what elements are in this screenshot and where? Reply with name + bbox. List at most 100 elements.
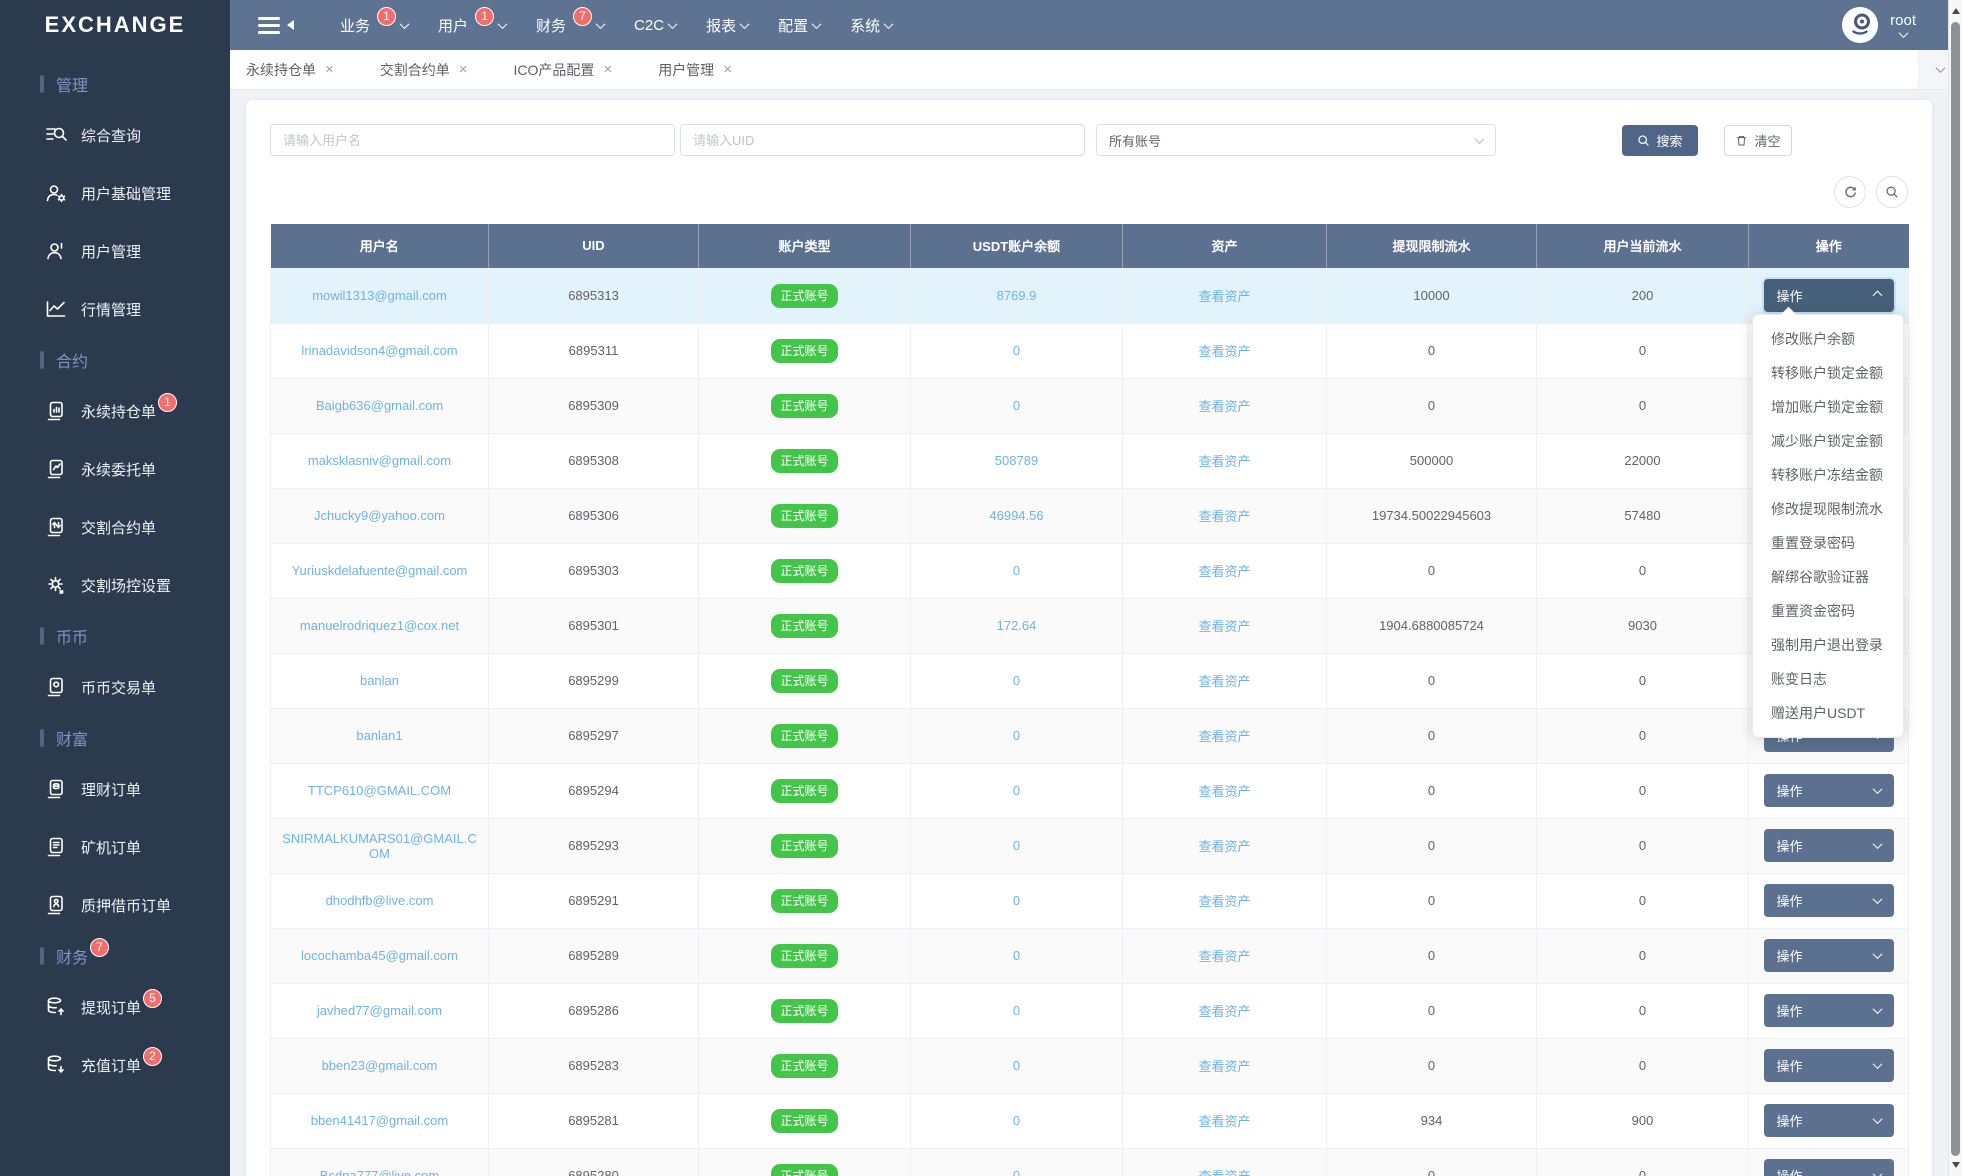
column-search-button[interactable]	[1876, 176, 1908, 208]
view-assets-link[interactable]: 查看资产	[1198, 949, 1250, 964]
username-link[interactable]: TTCP610@GMAIL.COM	[308, 783, 451, 798]
tab-close-icon[interactable]: ×	[723, 62, 732, 77]
clear-button[interactable]: 清空	[1724, 124, 1792, 156]
topnav-item[interactable]: C2C	[634, 17, 678, 34]
username-link[interactable]: bben41417@gmail.com	[311, 1113, 449, 1128]
row-action-button[interactable]: 操作	[1763, 1159, 1894, 1176]
view-assets-link[interactable]: 查看资产	[1198, 454, 1250, 469]
action-menu-item[interactable]: 转移账户锁定金额	[1753, 356, 1903, 390]
view-assets-link[interactable]: 查看资产	[1198, 1004, 1250, 1019]
tab[interactable]: ICO产品配置 ×	[514, 60, 613, 80]
balance-link[interactable]: 0	[1013, 1058, 1020, 1073]
username-filter-input[interactable]	[270, 124, 675, 156]
tab[interactable]: 交割合约单 ×	[380, 60, 468, 80]
user-menu[interactable]: root	[1890, 12, 1916, 39]
view-assets-link[interactable]: 查看资产	[1198, 619, 1250, 634]
account-type-select[interactable]: 所有账号	[1096, 124, 1496, 156]
refresh-button[interactable]	[1834, 176, 1866, 208]
view-assets-link[interactable]: 查看资产	[1198, 784, 1250, 799]
sidebar-item[interactable]: 提现订单 5	[0, 978, 230, 1036]
action-menu-item[interactable]: 转移账户冻结金额	[1753, 458, 1903, 492]
username-link[interactable]: javhed77@gmail.com	[317, 1003, 442, 1018]
view-assets-link[interactable]: 查看资产	[1198, 1169, 1250, 1176]
row-action-button[interactable]: 操作	[1763, 994, 1894, 1027]
username-link[interactable]: manuelrodriquez1@cox.net	[300, 618, 459, 633]
sidebar-item[interactable]: 永续委托单	[0, 440, 230, 498]
sidebar-item[interactable]: 质押借币订单	[0, 876, 230, 934]
username-link[interactable]: maksklasniv@gmail.com	[308, 453, 451, 468]
view-assets-link[interactable]: 查看资产	[1198, 894, 1250, 909]
row-action-button[interactable]: 操作	[1763, 939, 1894, 972]
topnav-item[interactable]: 用户 1	[438, 6, 508, 36]
topnav-item[interactable]: 配置	[778, 15, 822, 36]
topbar-user-area[interactable]: root	[1842, 7, 1916, 43]
view-assets-link[interactable]: 查看资产	[1198, 729, 1250, 744]
balance-link[interactable]: 0	[1013, 343, 1020, 358]
tab-close-icon[interactable]: ×	[459, 62, 468, 77]
topnav-item[interactable]: 报表	[706, 15, 750, 36]
balance-link[interactable]: 0	[1013, 783, 1020, 798]
scrollbar-thumb[interactable]	[1951, 22, 1960, 1156]
view-assets-link[interactable]: 查看资产	[1198, 674, 1250, 689]
action-menu-item[interactable]: 赠送用户USDT	[1753, 696, 1903, 730]
balance-link[interactable]: 0	[1013, 728, 1020, 743]
username-link[interactable]: banlan	[360, 673, 399, 688]
sidebar-item[interactable]: 永续持仓单 1	[0, 382, 230, 440]
sidebar-item[interactable]: 用户管理	[0, 222, 230, 280]
balance-link[interactable]: 0	[1013, 838, 1020, 853]
balance-link[interactable]: 0	[1013, 563, 1020, 578]
uid-filter-input[interactable]	[680, 124, 1085, 156]
balance-link[interactable]: 0	[1013, 893, 1020, 908]
balance-link[interactable]: 0	[1013, 398, 1020, 413]
action-menu-item[interactable]: 重置资金密码	[1753, 594, 1903, 628]
action-menu-item[interactable]: 解绑谷歌验证器	[1753, 560, 1903, 594]
search-button[interactable]: 搜索	[1622, 124, 1698, 156]
view-assets-link[interactable]: 查看资产	[1198, 839, 1250, 854]
username-link[interactable]: Jchucky9@yahoo.com	[314, 508, 445, 523]
balance-link[interactable]: 8769.9	[997, 288, 1037, 303]
sidebar-item[interactable]: 行情管理	[0, 280, 230, 338]
username-link[interactable]: locochamba45@gmail.com	[301, 948, 458, 963]
tab[interactable]: 永续持仓单 ×	[246, 60, 334, 80]
username-link[interactable]: Yuriuskdelafuente@gmail.com	[292, 563, 468, 578]
sidebar-item[interactable]: 币币交易单	[0, 658, 230, 716]
tab-close-icon[interactable]: ×	[325, 62, 334, 77]
topnav-item[interactable]: 财务 7	[536, 6, 606, 36]
sidebar-item[interactable]: 矿机订单	[0, 818, 230, 876]
row-action-button[interactable]: 操作	[1763, 1104, 1894, 1137]
action-menu-item[interactable]: 账变日志	[1753, 662, 1903, 696]
view-assets-link[interactable]: 查看资产	[1198, 1114, 1250, 1129]
topnav-item[interactable]: 业务 1	[340, 6, 410, 36]
action-menu-item[interactable]: 修改提现限制流水	[1753, 492, 1903, 526]
sidebar-item[interactable]: 交割合约单	[0, 498, 230, 556]
username-link[interactable]: banlan1	[356, 728, 402, 743]
vertical-scrollbar[interactable]	[1948, 0, 1962, 1176]
username-link[interactable]: dhodhfb@live.com	[326, 893, 434, 908]
scroll-up-arrow[interactable]	[1952, 8, 1960, 14]
topnav-item[interactable]: 系统	[850, 15, 894, 36]
username-link[interactable]: mowil1313@gmail.com	[312, 288, 447, 303]
sidebar-item[interactable]: 用户基础管理	[0, 164, 230, 222]
balance-link[interactable]: 0	[1013, 948, 1020, 963]
action-menu-item[interactable]: 修改账户余额	[1753, 322, 1903, 356]
sidebar-collapse-button[interactable]	[258, 16, 294, 34]
username-link[interactable]: lrinadavidson4@gmail.com	[301, 343, 457, 358]
sidebar-item[interactable]: 充值订单 2	[0, 1036, 230, 1094]
balance-link[interactable]: 0	[1013, 673, 1020, 688]
balance-link[interactable]: 46994.56	[989, 508, 1043, 523]
view-assets-link[interactable]: 查看资产	[1198, 399, 1250, 414]
tab[interactable]: 用户管理 ×	[658, 60, 732, 80]
balance-link[interactable]: 508789	[995, 453, 1038, 468]
username-link[interactable]: bben23@gmail.com	[322, 1058, 438, 1073]
balance-link[interactable]: 0	[1013, 1113, 1020, 1128]
scroll-down-arrow[interactable]	[1952, 1162, 1960, 1168]
action-menu-item[interactable]: 减少账户锁定金额	[1753, 424, 1903, 458]
view-assets-link[interactable]: 查看资产	[1198, 1059, 1250, 1074]
sidebar-item[interactable]: 综合查询	[0, 106, 230, 164]
action-menu-item[interactable]: 增加账户锁定金额	[1753, 390, 1903, 424]
view-assets-link[interactable]: 查看资产	[1198, 564, 1250, 579]
sidebar-item[interactable]: 理财订单	[0, 760, 230, 818]
action-menu-item[interactable]: 强制用户退出登录	[1753, 628, 1903, 662]
avatar[interactable]	[1842, 7, 1879, 43]
row-action-button[interactable]: 操作	[1763, 279, 1894, 312]
